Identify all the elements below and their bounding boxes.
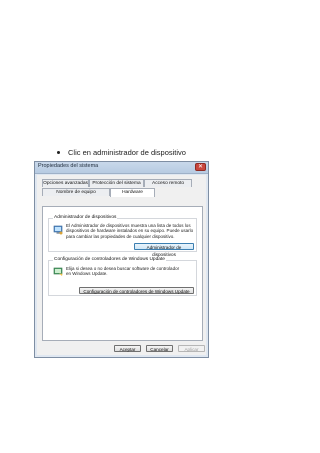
system-properties-dialog: Propiedades del sistema ✕ Opciones avanz… (34, 161, 209, 358)
tab-computer-name[interactable]: Nombre de equipo (42, 188, 110, 196)
apply-button[interactable]: Aplicar (178, 345, 205, 352)
cancel-button[interactable]: Cancelar (146, 345, 173, 352)
device-manager-icon (53, 225, 63, 235)
dialog-title: Propiedades del sistema (38, 163, 99, 169)
windows-update-description: Elija si desea o no desea buscar softwar… (66, 266, 180, 277)
dialog-body: Opciones avanzadas Protección del sistem… (37, 175, 206, 355)
close-button[interactable]: ✕ (195, 163, 206, 171)
hardware-panel: Administrador de dispositivos El Adminis… (42, 206, 203, 341)
tab-remote-access[interactable]: Acceso remoto (144, 179, 192, 187)
instruction-bullet: Clic en administrador de dispositivo (57, 148, 186, 157)
tab-system-protection[interactable]: Protección del sistema (89, 179, 144, 187)
windows-update-button[interactable]: Configuración de controladores de Window… (79, 287, 194, 294)
tab-advanced-options[interactable]: Opciones avanzadas (42, 179, 89, 187)
tab-hardware[interactable]: Hardware (110, 188, 155, 197)
device-manager-group: Administrador de dispositivos El Adminis… (48, 215, 197, 257)
device-manager-group-title: Administrador de dispositivos (53, 215, 118, 220)
instruction-text: Clic en administrador de dispositivo (68, 148, 186, 157)
device-manager-button[interactable]: Administrador de dispositivos (134, 243, 194, 257)
bullet-dot (57, 151, 60, 154)
windows-update-group: Configuración de controladores de Window… (48, 257, 197, 296)
windows-update-icon (53, 267, 63, 276)
title-bar[interactable]: Propiedades del sistema ✕ (35, 162, 208, 174)
ok-button[interactable]: Aceptar (114, 345, 141, 352)
windows-update-group-title: Configuración de controladores de Window… (53, 257, 166, 262)
device-manager-description: El Administrador de dispositivos muestra… (66, 223, 194, 239)
